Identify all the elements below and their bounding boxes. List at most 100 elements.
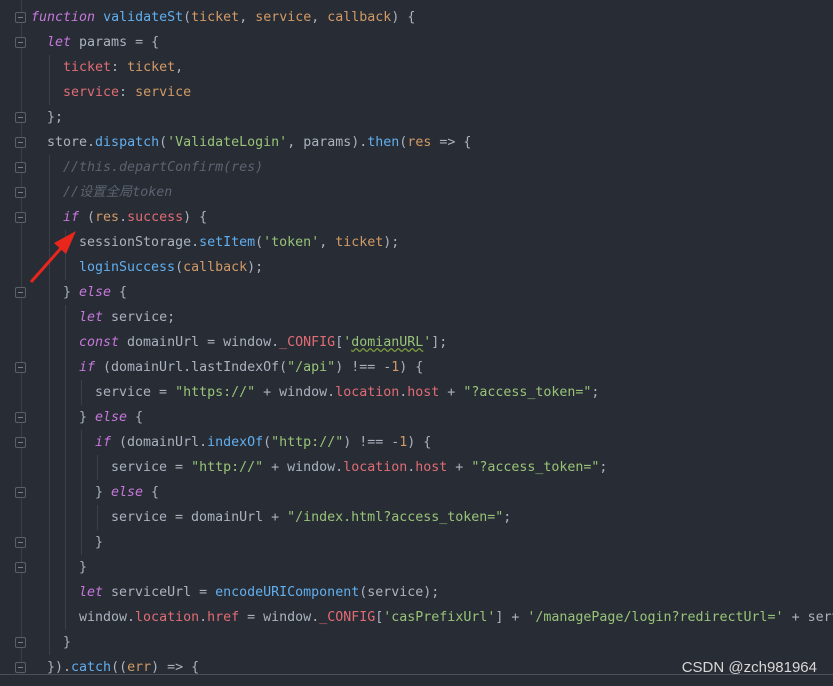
code-token: } bbox=[79, 410, 96, 425]
code-token: ) { bbox=[183, 210, 208, 225]
code-token: res bbox=[407, 135, 432, 150]
fold-toggle-icon[interactable] bbox=[15, 562, 26, 573]
code-token: + bbox=[447, 460, 472, 475]
indent-guide bbox=[49, 555, 50, 580]
indent-guide bbox=[49, 480, 50, 505]
code-token: ticket bbox=[191, 10, 240, 25]
code-token: "https://" bbox=[175, 385, 256, 400]
code-token: (( bbox=[111, 660, 128, 675]
code-token: , bbox=[175, 60, 184, 75]
code-line[interactable]: } else { bbox=[79, 405, 143, 430]
code-token: callback bbox=[327, 10, 392, 25]
fold-toggle-icon[interactable] bbox=[15, 487, 26, 498]
fold-toggle-icon[interactable] bbox=[15, 437, 26, 448]
code-token: + bbox=[439, 385, 464, 400]
code-token: ] + bbox=[495, 610, 528, 625]
code-token: then bbox=[367, 135, 400, 150]
indent-guide bbox=[65, 555, 66, 580]
code-token: location bbox=[335, 385, 400, 400]
indent-guide bbox=[65, 430, 66, 455]
code-token: href bbox=[207, 610, 240, 625]
code-token: ( bbox=[263, 435, 272, 450]
code-token: _CONFIG bbox=[319, 610, 376, 625]
code-token: ) { bbox=[399, 360, 424, 375]
code-line[interactable]: const domainUrl = window._CONFIG['domian… bbox=[79, 330, 447, 355]
indent-guide bbox=[65, 530, 66, 555]
code-token: ) => { bbox=[151, 660, 200, 675]
code-token: (service); bbox=[359, 585, 440, 600]
code-token: + window. bbox=[263, 460, 344, 475]
code-token: ; bbox=[591, 385, 600, 400]
code-token: , params). bbox=[287, 135, 368, 150]
code-line[interactable]: service = "http://" + window.location.ho… bbox=[111, 455, 607, 480]
code-token: if bbox=[79, 360, 96, 375]
code-token: encodeURIComponent bbox=[215, 585, 360, 600]
code-line[interactable]: } bbox=[63, 630, 71, 655]
indent-guide bbox=[81, 380, 82, 405]
code-token: callback bbox=[183, 260, 248, 275]
indent-guide bbox=[97, 455, 98, 480]
code-line[interactable]: service = domainUrl + "/index.html?acces… bbox=[111, 505, 511, 530]
code-editor[interactable]: function validateSt(ticket, service, cal… bbox=[0, 0, 833, 675]
code-line[interactable]: window.location.href = window._CONFIG['c… bbox=[79, 605, 833, 630]
indent-guide bbox=[49, 305, 50, 330]
indent-guide bbox=[65, 580, 66, 605]
code-token: "http://" bbox=[191, 460, 264, 475]
code-token: , bbox=[319, 235, 336, 250]
code-token: indexOf bbox=[207, 435, 264, 450]
fold-toggle-icon[interactable] bbox=[15, 637, 26, 648]
indent-guide bbox=[49, 355, 50, 380]
code-line[interactable]: } bbox=[79, 555, 87, 580]
code-token: 'ValidateLogin' bbox=[167, 135, 288, 150]
indent-guide bbox=[49, 455, 50, 480]
indent-guide bbox=[49, 505, 50, 530]
fold-toggle-icon[interactable] bbox=[15, 537, 26, 548]
indent-guide bbox=[97, 505, 98, 530]
indent-guide bbox=[49, 330, 50, 355]
code-line[interactable]: let serviceUrl = encodeURIComponent(serv… bbox=[79, 580, 439, 605]
code-line[interactable]: sessionStorage.setItem('token', ticket); bbox=[79, 230, 399, 255]
code-token: _CONFIG bbox=[279, 335, 336, 350]
code-line[interactable]: if (domainUrl.lastIndexOf("/api") !== -1… bbox=[79, 355, 423, 380]
indent-guide bbox=[49, 430, 50, 455]
code-token: let bbox=[79, 585, 104, 600]
code-line[interactable]: if (domainUrl.indexOf("http://") !== -1)… bbox=[95, 430, 431, 455]
indent-guide bbox=[65, 505, 66, 530]
indent-guide bbox=[65, 455, 66, 480]
code-token: } bbox=[95, 535, 104, 550]
code-line[interactable]: let service; bbox=[79, 305, 175, 330]
code-token: 'casPrefixUrl' bbox=[383, 610, 496, 625]
code-token: ( bbox=[175, 260, 184, 275]
fold-toggle-icon[interactable] bbox=[15, 662, 26, 673]
code-token: host bbox=[407, 385, 440, 400]
code-token: err bbox=[127, 660, 152, 675]
code-line[interactable]: } bbox=[95, 530, 103, 555]
code-token: "/index.html?access_token=" bbox=[287, 510, 504, 525]
code-token: ) !== - bbox=[343, 435, 400, 450]
fold-toggle-icon[interactable] bbox=[15, 362, 26, 373]
code-line[interactable]: service = "https://" + window.location.h… bbox=[95, 380, 599, 405]
code-token: (domainUrl.lastIndexOf( bbox=[95, 360, 288, 375]
indent-guide bbox=[81, 430, 82, 455]
code-token: catch bbox=[71, 660, 112, 675]
code-token: } bbox=[63, 635, 72, 650]
code-token: ) { bbox=[407, 435, 432, 450]
code-line[interactable]: } else { bbox=[95, 480, 159, 505]
indent-guide bbox=[65, 480, 66, 505]
code-token: ); bbox=[383, 235, 400, 250]
code-token: success bbox=[127, 210, 184, 225]
code-token: ); bbox=[247, 260, 264, 275]
code-token: ) !== - bbox=[335, 360, 392, 375]
indent-guide bbox=[65, 305, 66, 330]
code-token: } bbox=[79, 560, 88, 575]
indent-guide bbox=[49, 380, 50, 405]
code-token: let bbox=[79, 310, 104, 325]
code-token: 'token' bbox=[263, 235, 320, 250]
code-token: service = bbox=[95, 385, 176, 400]
code-token: "?access_token=" bbox=[463, 385, 592, 400]
code-token: { bbox=[127, 410, 144, 425]
indent-guide bbox=[81, 480, 82, 505]
fold-toggle-icon[interactable] bbox=[15, 412, 26, 423]
code-token: = window. bbox=[239, 610, 320, 625]
indent-guide bbox=[81, 530, 82, 555]
